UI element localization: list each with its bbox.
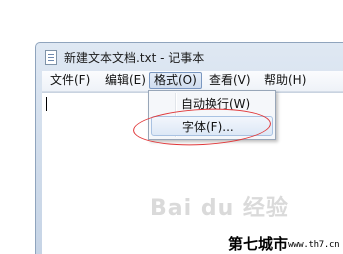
- notepad-window: 新建文本文档.txt - 记事本 文件(F) 编辑(E) 格式(O) 查看(V)…: [35, 42, 343, 254]
- title-bar[interactable]: 新建文本文档.txt - 记事本: [36, 43, 343, 71]
- menu-file[interactable]: 文件(F): [46, 73, 94, 88]
- site-logo: 第七城市 www.th7.cn: [226, 232, 343, 254]
- logo-name: 第七城市: [228, 235, 289, 253]
- menu-edit[interactable]: 编辑(E): [101, 73, 150, 88]
- baidu-watermark: Bai du 经验: [150, 196, 289, 221]
- menu-help[interactable]: 帮助(H): [260, 73, 310, 88]
- menu-view[interactable]: 查看(V): [205, 73, 255, 88]
- notepad-icon: [45, 50, 57, 65]
- menu-bar: 文件(F) 编辑(E) 格式(O) 查看(V) 帮助(H): [42, 71, 343, 92]
- logo-url: www.th7.cn: [288, 240, 340, 250]
- text-caret: [46, 97, 47, 111]
- menu-format[interactable]: 格式(O): [149, 72, 202, 89]
- window-title: 新建文本文档.txt - 记事本: [64, 51, 205, 65]
